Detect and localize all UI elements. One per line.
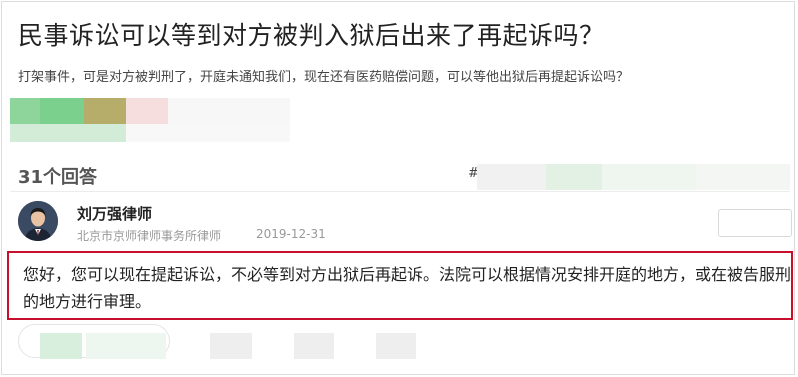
- answer-highlight-box: 您好，您可以现在提起诉讼，不必等到对方出狱后再起诉。法院可以根据情况安排开庭的地…: [7, 251, 793, 320]
- blurred-action-5[interactable]: [376, 333, 416, 359]
- answer-date: 2019-12-31: [256, 227, 326, 241]
- answer-content: 您好，您可以现在提起诉讼，不必等到对方出狱后再起诉。法院可以根据情况安排开庭的地…: [23, 265, 792, 311]
- blurred-action-3[interactable]: [210, 333, 252, 359]
- blurred-action-4[interactable]: [294, 333, 334, 359]
- avatar-portrait-icon: [18, 201, 58, 241]
- question-title: 民事诉讼可以等到对方被判入狱后出来了再起诉吗？: [18, 21, 605, 50]
- blurred-topic-tags[interactable]: [477, 164, 790, 190]
- answers-count-heading: 31个回答: [18, 167, 98, 188]
- divider: [10, 191, 790, 192]
- lawyer-name[interactable]: 刘万强律师: [77, 203, 152, 224]
- question-description: 打架事件，可是对方被判刑了，开庭未通知我们，现在还有医药赔偿问题，可以等他出狱后…: [18, 70, 630, 85]
- blurred-action-1[interactable]: [40, 333, 82, 359]
- lawyer-firm: 北京市京师律师事务所律师: [77, 229, 222, 243]
- lawyer-avatar[interactable]: [18, 201, 58, 241]
- blurred-action-2[interactable]: [86, 333, 166, 359]
- consult-button[interactable]: [718, 209, 792, 237]
